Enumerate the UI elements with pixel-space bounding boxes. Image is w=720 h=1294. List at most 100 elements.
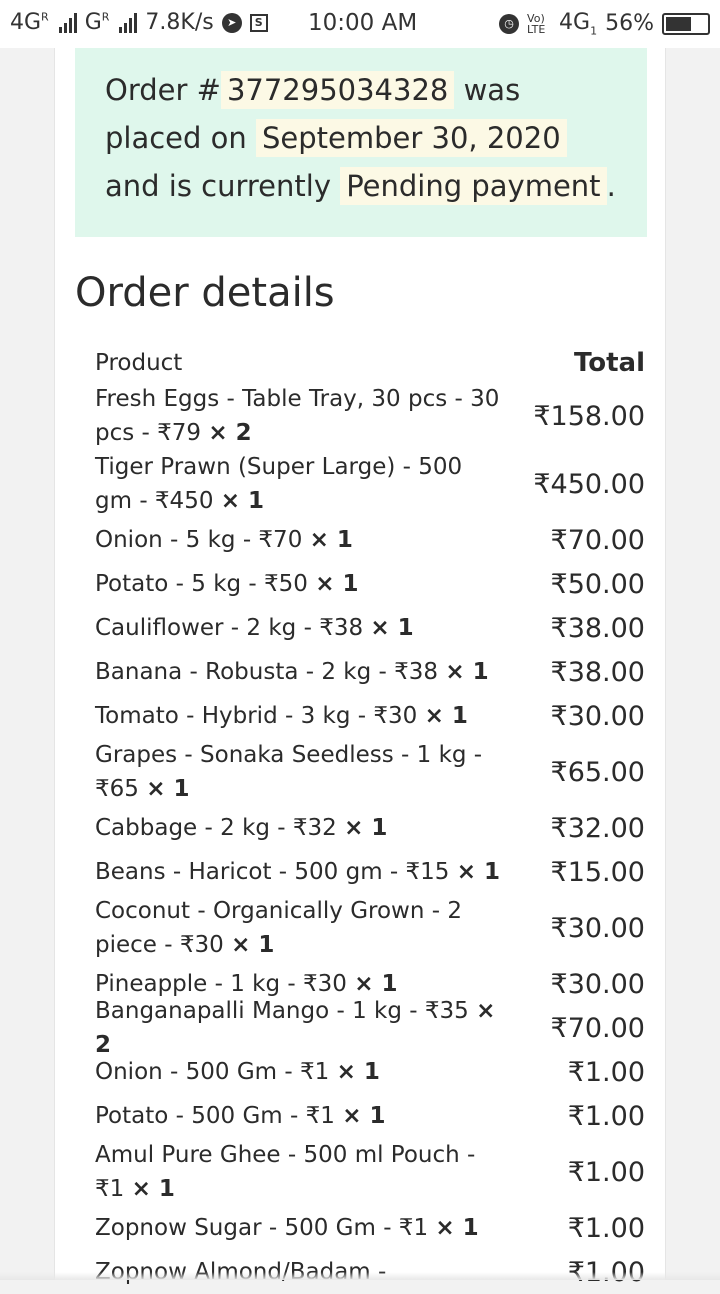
product-name: Banana - Robusta - 2 kg - ₹38 × 1	[95, 655, 505, 689]
line-total: ₹70.00	[550, 1012, 645, 1044]
line-total: ₹38.00	[550, 612, 645, 644]
product-name: Grapes - Sonaka Seedless - 1 kg - ₹65 × …	[95, 738, 505, 806]
product-name: Tiger Prawn (Super Large) - 500 gm - ₹45…	[95, 450, 505, 518]
product-quantity: × 1	[456, 859, 501, 885]
line-total: ₹1.00	[567, 1212, 645, 1244]
product-name: Fresh Eggs - Table Tray, 30 pcs - 30 pcs…	[95, 382, 505, 450]
battery-icon	[662, 12, 710, 35]
table-row: Banana - Robusta - 2 kg - ₹38 × 1 ₹38.00	[95, 650, 645, 694]
product-quantity: × 1	[435, 1215, 479, 1241]
table-row: Coconut - Organically Grown - 2 piece - …	[95, 894, 645, 962]
table-row: Cauliflower - 2 kg - ₹38 × 1 ₹38.00	[95, 606, 645, 650]
line-total: ₹30.00	[550, 912, 645, 944]
status-bar: 4GR GR 7.8K/s ➤ S 10:00 AM ◷ Vo) LTE 4G1…	[0, 0, 720, 48]
network-2: GR	[84, 10, 110, 35]
product-label: Cabbage - 2 kg - ₹32	[95, 815, 337, 841]
line-total: ₹1.00	[567, 1156, 645, 1188]
status-right: ◷ Vo) LTE 4G1 56%	[499, 10, 710, 37]
table-row: Banganapalli Mango - 1 kg - ₹35 × 2 ₹70.0…	[95, 998, 645, 1058]
notice-suffix: .	[606, 169, 616, 203]
network-1: 4GR	[10, 10, 49, 35]
product-label: Banganapalli Mango - 1 kg - ₹35	[95, 998, 469, 1024]
product-name: Zopnow Sugar - 500 Gm - ₹1 × 1	[95, 1211, 505, 1245]
product-quantity: × 1	[220, 488, 265, 514]
section-title: Order details	[75, 270, 335, 316]
line-total: ₹30.00	[550, 968, 645, 1000]
product-name: Potato - 5 kg - ₹50 × 1	[95, 567, 505, 601]
order-card: Order #377295034328 was placed on Septem…	[54, 48, 666, 1288]
product-quantity: × 1	[342, 1103, 386, 1129]
product-quantity: × 2	[208, 420, 252, 446]
product-label: Potato - 5 kg - ₹50	[95, 571, 308, 597]
order-table: Product Total Fresh Eggs - Table Tray, 3…	[95, 344, 645, 1294]
product-label: Cauliflower - 2 kg - ₹38	[95, 615, 364, 641]
table-row: Onion - 500 Gm - ₹1 × 1 ₹1.00	[95, 1050, 645, 1094]
line-total: ₹32.00	[550, 812, 645, 844]
product-label: Fresh Eggs - Table Tray, 30 pcs - 30 pcs…	[95, 386, 500, 446]
product-quantity: × 1	[445, 659, 489, 685]
volte-icon: Vo) LTE	[527, 11, 546, 36]
product-name: Coconut - Organically Grown - 2 piece - …	[95, 894, 505, 962]
product-name: Cauliflower - 2 kg - ₹38 × 1	[95, 611, 505, 645]
product-label: Zopnow Sugar - 500 Gm - ₹1	[95, 1215, 429, 1241]
product-quantity: × 1	[336, 1059, 380, 1085]
network-3: 4G1	[559, 10, 598, 38]
product-label: Onion - 5 kg - ₹70	[95, 527, 303, 553]
product-quantity: × 1	[370, 615, 414, 641]
table-row: Beans - Haricot - 500 gm - ₹15 × 1 ₹15.00	[95, 850, 645, 894]
table-row: Potato - 5 kg - ₹50 × 1 ₹50.00	[95, 562, 645, 606]
header-total: Total	[573, 348, 645, 378]
table-row: Onion - 5 kg - ₹70 × 1 ₹70.00	[95, 518, 645, 562]
telegram-icon: ➤	[221, 12, 242, 33]
battery-percent: 56%	[605, 11, 654, 37]
alarm-icon: ◷	[499, 13, 520, 34]
table-row: Potato - 500 Gm - ₹1 × 1 ₹1.00	[95, 1094, 645, 1138]
table-row: Cabbage - 2 kg - ₹32 × 1 ₹32.00	[95, 806, 645, 850]
product-quantity: × 1	[146, 776, 190, 802]
table-row: Amul Pure Ghee - 500 ml Pouch - ₹1 × 1 ₹1…	[95, 1138, 645, 1206]
product-label: Coconut - Organically Grown - 2 piece - …	[95, 898, 462, 958]
clock: 10:00 AM	[308, 10, 418, 36]
product-label: Onion - 500 Gm - ₹1	[95, 1059, 330, 1085]
product-name: Tomato - Hybrid - 3 kg - ₹30 × 1	[95, 699, 505, 733]
product-label: Tomato - Hybrid - 3 kg - ₹30	[95, 703, 418, 729]
product-name: Banganapalli Mango - 1 kg - ₹35 × 2	[95, 994, 505, 1062]
table-row: Grapes - Sonaka Seedless - 1 kg - ₹65 × …	[95, 738, 645, 806]
product-quantity: × 1	[344, 815, 388, 841]
bottom-edge	[0, 1272, 720, 1280]
line-total: ₹38.00	[550, 656, 645, 688]
notice-prefix: Order #	[105, 73, 221, 107]
line-total: ₹1.00	[567, 1100, 645, 1132]
order-date: September 30, 2020	[256, 119, 567, 157]
product-name: Onion - 500 Gm - ₹1 × 1	[95, 1055, 505, 1089]
product-name: Potato - 500 Gm - ₹1 × 1	[95, 1099, 505, 1133]
line-total: ₹450.00	[533, 468, 645, 500]
table-row: Zopnow Sugar - 500 Gm - ₹1 × 1 ₹1.00	[95, 1206, 645, 1250]
product-label: Beans - Haricot - 500 gm - ₹15	[95, 859, 450, 885]
line-total: ₹70.00	[550, 524, 645, 556]
product-name: Cabbage - 2 kg - ₹32 × 1	[95, 811, 505, 845]
line-total: ₹65.00	[550, 756, 645, 788]
header-product: Product	[95, 350, 183, 376]
table-row: Tomato - Hybrid - 3 kg - ₹30 × 1 ₹30.00	[95, 694, 645, 738]
table-row: Tiger Prawn (Super Large) - 500 gm - ₹45…	[95, 450, 645, 518]
product-label: Banana - Robusta - 2 kg - ₹38	[95, 659, 439, 685]
product-label: Tiger Prawn (Super Large) - 500 gm - ₹45…	[95, 454, 463, 514]
line-total: ₹30.00	[550, 700, 645, 732]
line-total: ₹1.00	[567, 1056, 645, 1088]
product-quantity: × 1	[131, 1176, 175, 1202]
order-number: 377295034328	[220, 71, 455, 109]
notice-mid2: and is currently	[105, 169, 331, 203]
line-total: ₹50.00	[550, 568, 645, 600]
data-speed: 7.8K/s	[145, 10, 214, 35]
product-label: Potato - 500 Gm - ₹1	[95, 1103, 335, 1129]
product-quantity: × 1	[424, 703, 468, 729]
product-name: Onion - 5 kg - ₹70 × 1	[95, 523, 505, 557]
product-quantity: × 1	[309, 527, 353, 553]
signal-icon-2	[119, 12, 138, 33]
table-body: Fresh Eggs - Table Tray, 30 pcs - 30 pcs…	[95, 382, 645, 1294]
s-app-icon: S	[249, 13, 268, 32]
product-name: Beans - Haricot - 500 gm - ₹15 × 1	[95, 855, 505, 889]
order-notice: Order #377295034328 was placed on Septem…	[75, 48, 647, 237]
status-left: 4GR GR 7.8K/s ➤ S	[10, 10, 268, 35]
